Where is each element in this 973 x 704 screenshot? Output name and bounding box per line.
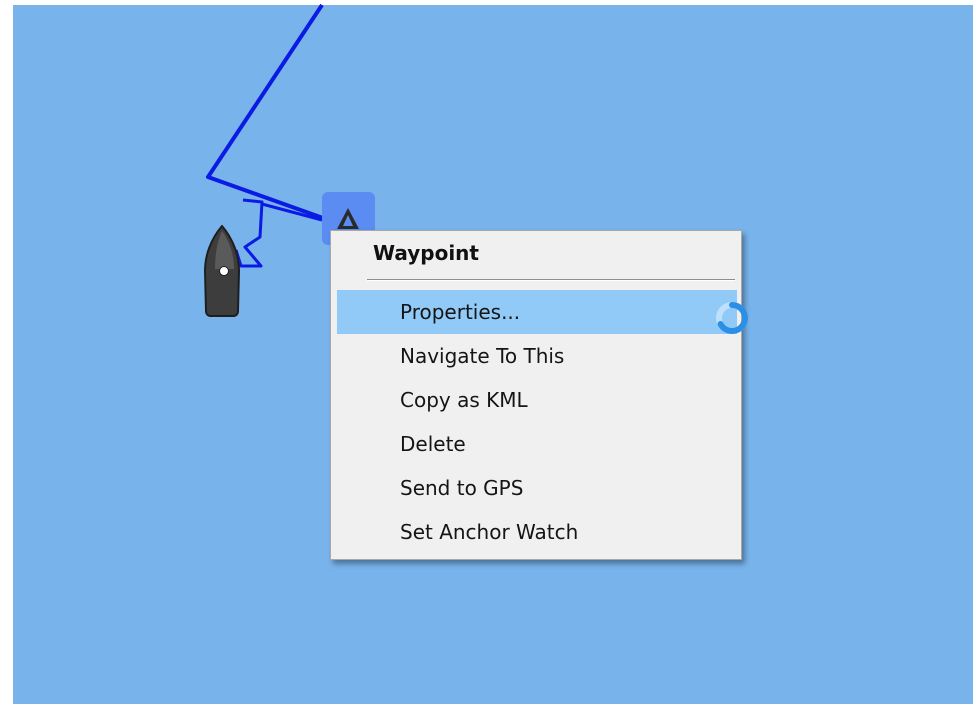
waypoint-triangle-icon: [337, 208, 359, 229]
menu-item-send-to-gps[interactable]: Send to GPS: [337, 466, 737, 510]
waypoint-context-menu: Waypoint Properties... Navigate To This …: [330, 230, 742, 560]
menu-item-copy-as-kml[interactable]: Copy as KML: [337, 378, 737, 422]
busy-spinner-icon: [716, 301, 749, 334]
menu-item-navigate-to-this[interactable]: Navigate To This: [337, 334, 737, 378]
boat-icon[interactable]: [203, 225, 241, 317]
route-track: [206, 3, 324, 220]
menu-separator: [367, 279, 735, 281]
menu-item-delete[interactable]: Delete: [337, 422, 737, 466]
menu-item-properties[interactable]: Properties...: [337, 290, 737, 334]
menu-items: Properties... Navigate To This Copy as K…: [337, 290, 737, 554]
menu-item-set-anchor-watch[interactable]: Set Anchor Watch: [337, 510, 737, 554]
menu-title: Waypoint: [373, 241, 479, 265]
